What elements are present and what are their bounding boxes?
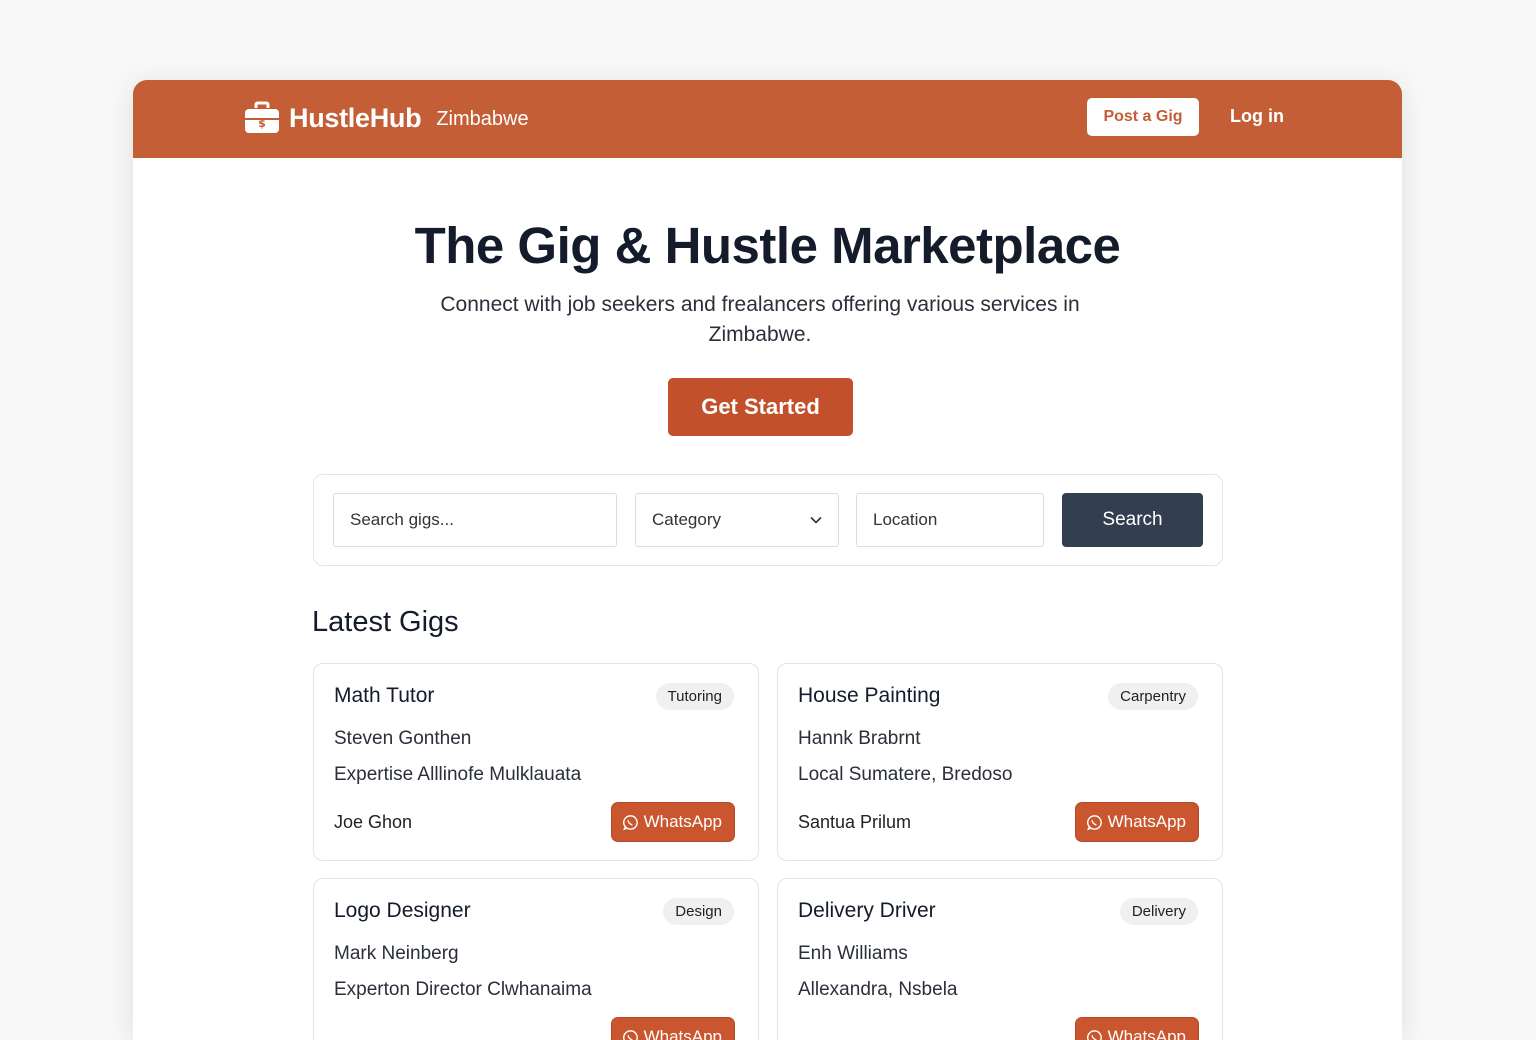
gig-card[interactable]: House Painting Carpentry Hannk Brabrnt L… bbox=[777, 663, 1223, 861]
gig-provider-name: Hannk Brabrnt bbox=[798, 728, 921, 750]
briefcase-icon: $ bbox=[244, 101, 280, 135]
search-button[interactable]: Search bbox=[1062, 493, 1203, 547]
gig-card[interactable]: Logo Designer Design Mark Neinberg Exper… bbox=[313, 878, 759, 1040]
gig-detail: Expertise Alllinofe Mulklauata bbox=[334, 764, 581, 786]
category-badge: Tutoring bbox=[656, 683, 734, 710]
brand-logo[interactable]: $ HustleHub Zimbabwe bbox=[244, 99, 529, 137]
latest-gigs-heading: Latest Gigs bbox=[312, 606, 459, 639]
browser-window: $ HustleHub Zimbabwe Post a Gig Log in T… bbox=[133, 80, 1402, 1040]
category-badge: Design bbox=[663, 898, 734, 925]
category-badge: Delivery bbox=[1120, 898, 1198, 925]
gig-card[interactable]: Math Tutor Tutoring Steven Gonthen Exper… bbox=[313, 663, 759, 861]
category-select-value: Category bbox=[652, 510, 721, 530]
category-badge: Carpentry bbox=[1108, 683, 1198, 710]
whatsapp-label: WhatsApp bbox=[1108, 812, 1186, 832]
whatsapp-label: WhatsApp bbox=[644, 812, 722, 832]
category-select[interactable]: Category bbox=[635, 493, 839, 547]
whatsapp-icon bbox=[622, 814, 639, 831]
whatsapp-label: WhatsApp bbox=[644, 1027, 722, 1040]
location-input[interactable] bbox=[856, 493, 1044, 547]
gig-detail: Experton Director Clwhanaima bbox=[334, 979, 592, 1001]
whatsapp-icon bbox=[1086, 1029, 1103, 1040]
whatsapp-label: WhatsApp bbox=[1108, 1027, 1186, 1040]
gig-provider-name: Steven Gonthen bbox=[334, 728, 471, 750]
whatsapp-icon bbox=[622, 1029, 639, 1040]
whatsapp-icon bbox=[1086, 814, 1103, 831]
gig-contact: Joe Ghon bbox=[334, 812, 412, 833]
brand-name: HustleHub bbox=[289, 103, 421, 134]
chevron-down-icon bbox=[810, 516, 822, 524]
whatsapp-button[interactable]: WhatsApp bbox=[1075, 802, 1199, 842]
gig-provider-name: Enh Williams bbox=[798, 943, 908, 965]
hero-title: The Gig & Hustle Marketplace bbox=[133, 216, 1402, 275]
gig-title: House Painting bbox=[798, 684, 940, 708]
whatsapp-button[interactable]: WhatsApp bbox=[611, 1017, 735, 1040]
gig-provider-name: Mark Neinberg bbox=[334, 943, 459, 965]
gig-title: Logo Designer bbox=[334, 899, 471, 923]
svg-text:$: $ bbox=[258, 117, 266, 130]
whatsapp-button[interactable]: WhatsApp bbox=[1075, 1017, 1199, 1040]
search-input[interactable] bbox=[333, 493, 617, 547]
gig-title: Math Tutor bbox=[334, 684, 434, 708]
gig-contact: Santua Prilum bbox=[798, 812, 911, 833]
gig-title: Delivery Driver bbox=[798, 899, 936, 923]
gig-card[interactable]: Delivery Driver Delivery Enh Williams Al… bbox=[777, 878, 1223, 1040]
get-started-button[interactable]: Get Started bbox=[668, 378, 853, 436]
post-gig-button[interactable]: Post a Gig bbox=[1087, 98, 1199, 136]
gig-detail: Allexandra, Nsbela bbox=[798, 979, 957, 1001]
brand-region: Zimbabwe bbox=[436, 108, 528, 131]
whatsapp-button[interactable]: WhatsApp bbox=[611, 802, 735, 842]
gig-detail: Local Sumatere, Bredoso bbox=[798, 764, 1012, 786]
top-navbar: $ HustleHub Zimbabwe Post a Gig Log in bbox=[133, 80, 1402, 158]
login-link[interactable]: Log in bbox=[1230, 106, 1284, 127]
search-panel: Category Search bbox=[313, 474, 1223, 566]
hero-subtitle: Connect with job seekers and frealancers… bbox=[403, 290, 1117, 350]
